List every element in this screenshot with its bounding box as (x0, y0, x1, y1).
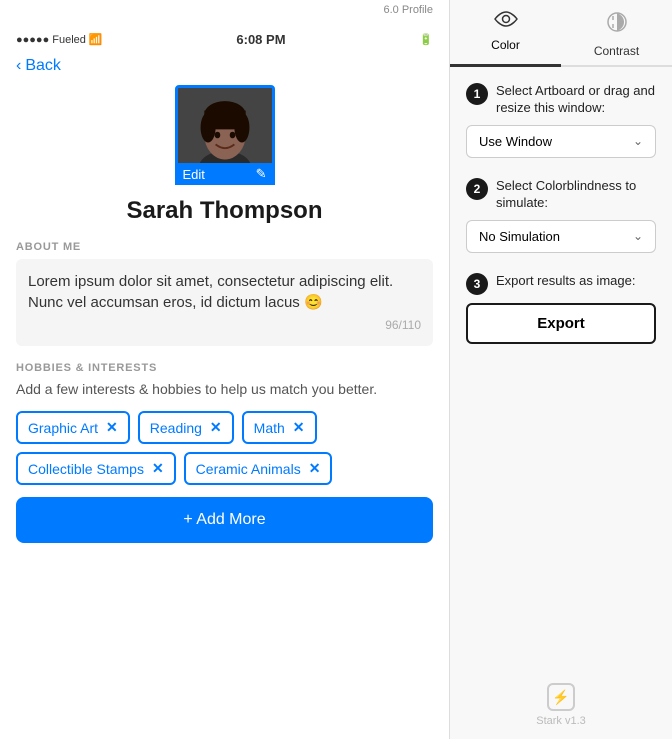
step-3-row: 3 Export results as image: Export (466, 273, 656, 344)
tag-remove-graphic-art[interactable]: ✕ (106, 419, 118, 436)
stark-version: Stark v1.3 (536, 715, 586, 727)
profile-title-text: 6.0 Profile (383, 4, 433, 16)
export-button[interactable]: Export (466, 303, 656, 344)
hobbies-label: HOBBIES & INTERESTS (16, 362, 433, 374)
hobbies-hint: Add a few interests & hobbies to help us… (16, 380, 433, 400)
about-text: Lorem ipsum dolor sit amet, consectetur … (28, 273, 393, 311)
about-counter: 96/110 (28, 317, 421, 334)
status-icons: 🔋 (419, 33, 433, 46)
back-button[interactable]: ‹ Back (16, 57, 61, 75)
nav-bar: ‹ Back (0, 51, 449, 85)
step-1-select[interactable]: Use Window ⌄ (466, 125, 656, 158)
contrast-icon (605, 10, 629, 40)
step-2-header: 2 Select Colorblindness to simulate: (466, 178, 656, 212)
stark-logo-icon: ⚡ (547, 683, 575, 711)
step-2-select[interactable]: No Simulation ⌄ (466, 220, 656, 253)
status-bar: ●●●●● Fueled 📶 6:08 PM 🔋 (0, 24, 449, 51)
stark-content: 1 Select Artboard or drag and resize thi… (450, 67, 672, 671)
tag-remove-collectible-stamps[interactable]: ✕ (152, 460, 164, 477)
tag-label-ceramic-animals: Ceramic Animals (196, 461, 301, 477)
battery-icon: 🔋 (419, 33, 433, 46)
chevron-left-icon: ‹ (16, 57, 21, 75)
user-name: Sarah Thompson (126, 197, 322, 225)
stark-footer: ⚡ Stark v1.3 (450, 671, 672, 739)
step-1-circle: 1 (466, 83, 488, 105)
avatar-container: Edit ✎ (175, 85, 275, 185)
tag-remove-reading[interactable]: ✕ (210, 419, 222, 436)
tag-graphic-art[interactable]: Graphic Art ✕ (16, 411, 130, 444)
tab-contrast[interactable]: Contrast (561, 0, 672, 67)
tab-contrast-label: Contrast (594, 44, 639, 58)
step-2-text: Select Colorblindness to simulate: (496, 178, 656, 212)
step-1-text: Select Artboard or drag and resize this … (496, 83, 656, 117)
tag-label-math: Math (254, 420, 285, 436)
tag-label-collectible-stamps: Collectible Stamps (28, 461, 144, 477)
phone-panel: 6.0 Profile ●●●●● Fueled 📶 6:08 PM 🔋 ‹ B… (0, 0, 450, 739)
step-3-circle: 3 (466, 273, 488, 295)
back-label: Back (25, 57, 61, 75)
tag-ceramic-animals[interactable]: Ceramic Animals ✕ (184, 452, 333, 485)
tab-bar: Color Contrast (450, 0, 672, 67)
tag-label-reading: Reading (150, 420, 202, 436)
step-1-select-value: Use Window (479, 134, 552, 149)
status-carrier: ●●●●● Fueled 📶 (16, 33, 103, 46)
pencil-icon: ✎ (256, 166, 267, 182)
tags-container: Graphic Art ✕ Reading ✕ Math ✕ Collectib… (16, 411, 433, 485)
chevron-down-icon: ⌄ (633, 134, 643, 148)
about-label: ABOUT ME (16, 241, 433, 253)
carrier-text: ●●●●● Fueled (16, 34, 86, 46)
wifi-icon: 📶 (89, 33, 103, 46)
color-icon (494, 10, 518, 34)
step-1-row: 1 Select Artboard or drag and resize thi… (466, 83, 656, 158)
tag-remove-math[interactable]: ✕ (293, 419, 305, 436)
step-3-text: Export results as image: (496, 273, 635, 290)
tag-remove-ceramic-animals[interactable]: ✕ (309, 460, 321, 477)
tag-label-graphic-art: Graphic Art (28, 420, 98, 436)
profile-content: Edit ✎ Sarah Thompson ABOUT ME Lorem ips… (0, 85, 449, 739)
profile-title-bar: 6.0 Profile (0, 0, 449, 24)
chevron-down-icon-2: ⌄ (633, 229, 643, 243)
edit-bar[interactable]: Edit ✎ (175, 163, 275, 185)
hobbies-section: HOBBIES & INTERESTS Add a few interests … (16, 362, 433, 544)
tab-color[interactable]: Color (450, 0, 561, 67)
step-1-header: 1 Select Artboard or drag and resize thi… (466, 83, 656, 117)
stark-panel: Color Contrast 1 Select Artboa (450, 0, 672, 739)
step-2-circle: 2 (466, 178, 488, 200)
tag-collectible-stamps[interactable]: Collectible Stamps ✕ (16, 452, 176, 485)
about-section: ABOUT ME Lorem ipsum dolor sit amet, con… (16, 241, 433, 346)
status-time: 6:08 PM (236, 32, 285, 47)
step-2-row: 2 Select Colorblindness to simulate: No … (466, 178, 656, 253)
add-more-button[interactable]: + Add More (16, 497, 433, 543)
tab-color-label: Color (491, 38, 520, 52)
tag-math[interactable]: Math ✕ (242, 411, 317, 444)
about-box[interactable]: Lorem ipsum dolor sit amet, consectetur … (16, 259, 433, 346)
step-3-header: 3 Export results as image: (466, 273, 656, 295)
edit-label: Edit (183, 167, 205, 182)
step-2-select-value: No Simulation (479, 229, 560, 244)
tag-reading[interactable]: Reading ✕ (138, 411, 234, 444)
